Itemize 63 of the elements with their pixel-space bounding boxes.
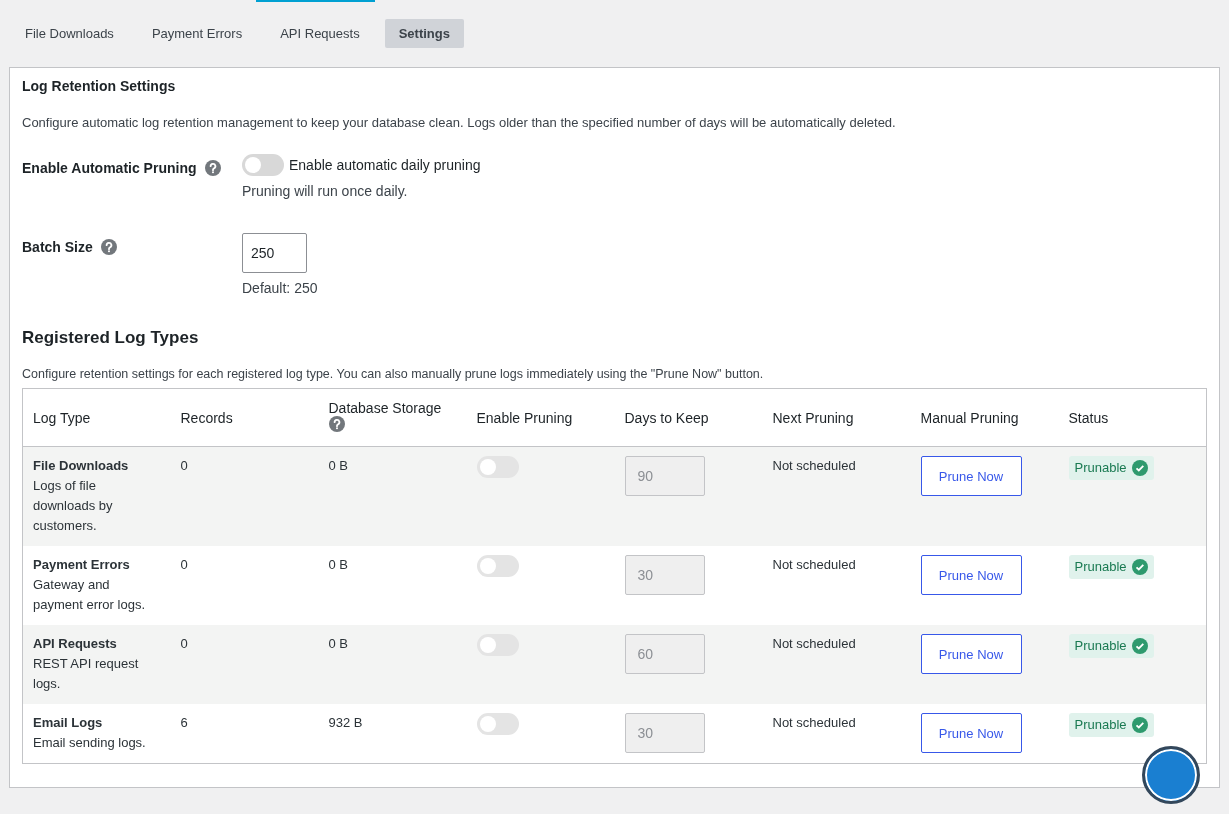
- tab[interactable]: Payment Errors: [138, 19, 256, 48]
- help-icon[interactable]: [100, 239, 117, 255]
- prune-now-button[interactable]: Prune Now: [920, 713, 1022, 753]
- column-header: Next Pruning: [772, 409, 854, 426]
- toggle-label: Enable automatic daily pruning: [289, 157, 481, 173]
- table-cell: 0: [180, 636, 188, 651]
- table-cell: 0: [180, 557, 188, 572]
- prune-now-button[interactable]: Prune Now: [920, 555, 1022, 595]
- table-cell: 0 B: [328, 557, 348, 572]
- log-type-name: API Requests: [33, 635, 118, 653]
- field-hint: Pruning will run once daily.: [242, 183, 409, 199]
- log-type-description: Gateway and payment error logs.: [33, 576, 146, 614]
- check-icon: [1131, 559, 1148, 575]
- toggle-switch[interactable]: [242, 154, 284, 176]
- toggle-switch[interactable]: [476, 634, 519, 656]
- table-cell: 932 B: [328, 715, 363, 730]
- tab[interactable]: File Downloads: [12, 19, 127, 48]
- column-header: Manual Pruning: [920, 409, 1019, 426]
- log-type-description: Logs of file downloads by customers.: [33, 477, 114, 535]
- table-cell: Not scheduled: [772, 715, 856, 730]
- toggle-switch[interactable]: [476, 456, 519, 478]
- table-cell: Not scheduled: [772, 458, 856, 473]
- log-type-name: File Downloads: [33, 457, 130, 475]
- check-icon: [1131, 638, 1148, 654]
- column-header: Enable Pruning: [476, 409, 573, 426]
- field-label: Batch Size: [22, 239, 93, 255]
- log-type-description: Email sending logs.: [33, 734, 147, 752]
- prune-now-button[interactable]: Prune Now: [920, 634, 1022, 674]
- column-header: Records: [180, 409, 233, 426]
- table-cell: 0: [180, 458, 188, 473]
- chat-avatar-icon[interactable]: [1142, 746, 1200, 804]
- prune-now-button[interactable]: Prune Now: [920, 456, 1022, 496]
- section-description: Configure automatic log retention management to keep your database clean. Logs older than the specified number of days will be automatically deleted.: [22, 115, 897, 130]
- column-header: Days to Keep: [624, 409, 709, 426]
- column-header: Database Storage: [328, 400, 443, 416]
- tab[interactable]: API Requests: [267, 19, 373, 48]
- table-cell: Not scheduled: [772, 636, 856, 651]
- field-label: Enable Automatic Pruning: [22, 160, 197, 176]
- column-header: Status: [1068, 409, 1109, 426]
- log-type-name: Payment Errors: [33, 556, 131, 574]
- column-header: Log Type: [33, 409, 91, 426]
- field-hint: Default: 250: [242, 280, 318, 296]
- table-cell: 0 B: [328, 636, 348, 651]
- status-badge: Prunable: [1068, 634, 1154, 658]
- table-cell: 6: [180, 715, 188, 730]
- status-badge: Prunable: [1068, 456, 1154, 480]
- help-icon[interactable]: [328, 416, 345, 432]
- toggle-switch[interactable]: [476, 555, 519, 577]
- status-badge: Prunable: [1068, 713, 1154, 737]
- log-type-name: Email Logs: [33, 714, 104, 732]
- check-icon: [1131, 717, 1148, 733]
- status-badge: Prunable: [1068, 555, 1154, 579]
- section-description: Configure retention settings for each registered log type. You can also manually prune logs immediately using the "Prune Now" button.: [22, 367, 765, 381]
- section-title: Log Retention Settings: [22, 78, 177, 94]
- table-cell: 0 B: [328, 458, 348, 473]
- batch-size-field[interactable]: 250: [242, 233, 307, 273]
- check-icon: [1131, 460, 1148, 476]
- section-title: Registered Log Types: [22, 328, 200, 348]
- toggle-switch[interactable]: [476, 713, 519, 735]
- table-cell: Not scheduled: [772, 557, 856, 572]
- log-type-description: REST API request logs.: [33, 655, 140, 693]
- help-icon[interactable]: [204, 160, 221, 176]
- tab[interactable]: Settings: [384, 19, 464, 48]
